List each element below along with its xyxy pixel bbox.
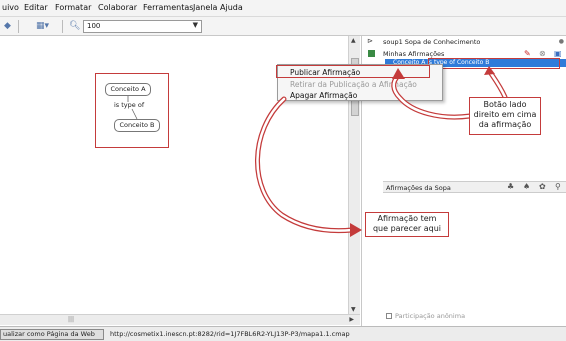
search-icon[interactable]: ⚲ [555,182,561,191]
trash-icon[interactable]: ▣ [554,49,562,58]
menu-window[interactable]: Janela [193,3,217,12]
soup-claims-list[interactable] [383,193,566,307]
menu-bar: uivo Editar Formatar Colaborar Ferrament… [0,0,566,17]
anonymous-participation[interactable]: Participação anônima [383,311,566,322]
menu-collaborate[interactable]: Colaborar [98,3,137,12]
pencil-icon[interactable]: ✎ [524,49,531,58]
scroll-down-icon[interactable]: ▼ [351,306,356,313]
soup-claims-label: Afirmações da Sopa [386,184,451,192]
claims-folder-icon [368,50,375,57]
refresh-icon[interactable]: ✿ [539,182,546,191]
panel-dot-icon[interactable]: ● [559,38,564,45]
my-claims-label: Minhas Afirmações [383,50,445,58]
callout-line: Botão lado [483,100,527,109]
knowledge-soup-row[interactable]: ⊳ soup1 Sopa de Conhecimento ● [361,36,566,48]
right-click-callout: Botão lado direito em cima da afirmação [469,97,541,135]
zoom-select[interactable]: 100 ▼ [83,20,202,33]
callout-line: Afirmação tem [377,214,437,223]
scroll-grip-icon[interactable]: ||| [68,316,74,323]
toolbar: ◆ ▦▾ 🔍︎ 100 ▼ [0,17,566,36]
knowledge-soup-label: soup1 Sopa de Conhecimento [383,38,481,46]
expand-arrow-icon[interactable]: ⊳ [367,37,373,45]
toolbar-separator [62,20,63,33]
callout-line: que parecer aqui [372,224,442,233]
appear-here-callout: Afirmação tem que parecer aqui [365,212,449,237]
menu-file[interactable]: uivo [2,3,19,12]
concept-node-a[interactable]: Conceito A [105,83,151,96]
status-bar: ualizar como Página da Web http://cosmet… [0,326,566,341]
scroll-up-icon[interactable]: ▲ [351,37,356,44]
toolbar-separator [18,20,19,33]
delete-claim-item[interactable]: Apagar Afirmação [290,91,357,100]
menu-format[interactable]: Formatar [55,3,91,12]
horizontal-scrollbar[interactable]: ||| ▶ [0,314,360,325]
view-as-webpage-button[interactable]: ualizar como Página da Web [0,329,104,340]
menu-tools[interactable]: Ferramentas [143,3,193,12]
publish-highlight-box [276,65,430,78]
menu-edit[interactable]: Editar [24,3,48,12]
settings-icon[interactable]: ⊗ [539,49,546,58]
zoom-value: 100 [87,22,101,30]
linking-phrase[interactable]: is type of [114,101,144,109]
map-url: http://cosmetix1.inescn.pt:8282/rid=1J7F… [110,330,350,338]
zoom-icon: 🔍︎ [69,21,81,31]
diamond-icon[interactable]: ◆ [4,20,11,33]
anonymous-label: Participação anônima [395,312,466,320]
concept-node-b[interactable]: Conceito B [114,119,160,132]
callout-line: direito em cima [473,110,537,119]
claim-highlight-box [428,58,560,69]
callout-line: da afirmação [478,120,532,129]
toggle-icon[interactable]: ▦▾ [36,20,49,33]
anonymous-checkbox[interactable] [386,313,392,319]
filter-icon[interactable]: ♠ [523,182,530,191]
menu-help[interactable]: Ajuda [220,3,243,12]
dropdown-icon[interactable]: ▼ [193,21,198,29]
people-icon[interactable]: ♣ [507,182,514,191]
unpublish-claim-item[interactable]: Retirar da Publicação a Afirmação [290,80,417,89]
soup-claims-header: Afirmações da Sopa ♣ ♠ ✿ ⚲ [383,181,566,193]
scroll-right-icon[interactable]: ▶ [349,316,354,323]
